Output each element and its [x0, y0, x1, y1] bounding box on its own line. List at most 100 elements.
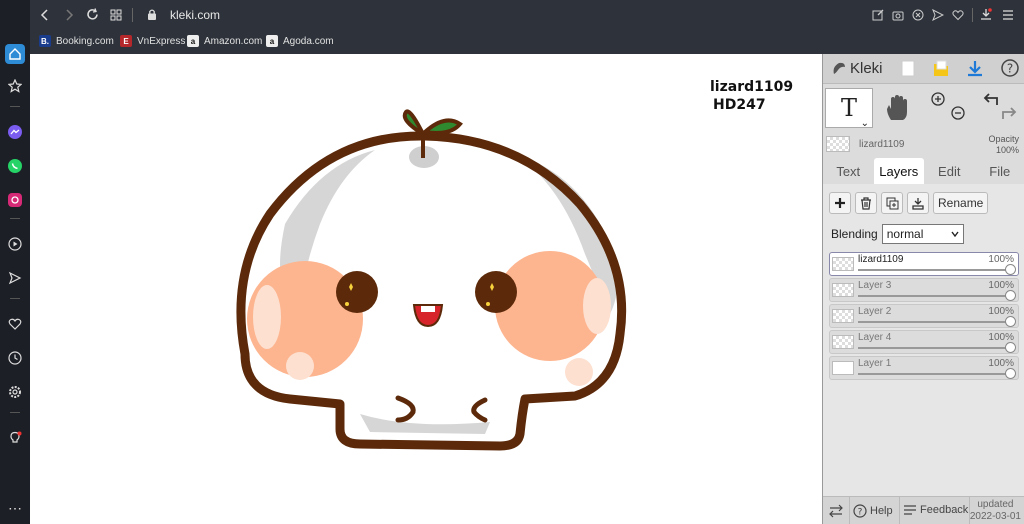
current-layer-name: lizard1109 — [859, 139, 905, 150]
home-icon[interactable] — [5, 44, 25, 64]
layer-opacity-slider[interactable] — [858, 342, 1016, 353]
menu-icon[interactable] — [1002, 9, 1014, 21]
slider-knob[interactable] — [1005, 264, 1016, 275]
kleki-logo[interactable]: Kleki — [831, 60, 883, 77]
layer-item[interactable]: Layer 2 100% — [829, 304, 1019, 328]
slider-knob[interactable] — [1005, 316, 1016, 327]
kleki-panel: Kleki ? T⌄ lizard1109 Opacity 100% Text — [822, 54, 1024, 524]
add-layer-button[interactable] — [829, 192, 851, 214]
tab-text[interactable]: Text — [823, 158, 874, 184]
shield-block-icon[interactable] — [912, 9, 924, 21]
layer-opacity-slider[interactable] — [858, 316, 1016, 327]
slider-knob[interactable] — [1005, 368, 1016, 379]
help-icon[interactable]: ? — [1001, 59, 1019, 77]
forward-icon[interactable] — [64, 9, 74, 21]
help-button[interactable]: ? Help — [853, 504, 893, 518]
rename-layer-button[interactable]: Rename — [933, 192, 989, 214]
settings-icon[interactable] — [5, 382, 25, 402]
layer-name: Layer 2 — [858, 306, 892, 317]
layer-item[interactable]: Layer 4 100% — [829, 330, 1019, 354]
tab-edit[interactable]: Edit — [924, 158, 975, 184]
address-row: kleki.com — [30, 0, 1024, 30]
duplicate-layer-button[interactable] — [881, 192, 903, 214]
tool-row: T ⌄ — [823, 86, 1024, 130]
lightbulb-icon[interactable] — [5, 428, 25, 448]
text-tool-button[interactable]: T ⌄ — [825, 88, 873, 129]
save-download-icon[interactable] — [967, 60, 983, 77]
booking-icon: B. — [39, 35, 51, 47]
undo-icon[interactable] — [983, 92, 999, 106]
blending-control: Blending normal — [831, 224, 964, 244]
slider-knob[interactable] — [1005, 342, 1016, 353]
tab-layers[interactable]: Layers — [873, 158, 924, 184]
tabs-grid-icon[interactable] — [110, 9, 122, 21]
bookmark-vnexpress[interactable]: E VnExpress — [120, 34, 185, 48]
swap-sides-icon[interactable] — [829, 504, 843, 518]
layer-opacity-slider[interactable] — [858, 264, 1016, 275]
zoom-in-icon[interactable] — [931, 92, 945, 106]
blending-value: normal — [886, 227, 924, 241]
merge-down-button[interactable] — [907, 192, 929, 214]
tab-file[interactable]: File — [975, 158, 1024, 184]
bookmark-booking[interactable]: B. Booking.com — [39, 34, 114, 48]
whatsapp-icon[interactable] — [5, 156, 25, 176]
panel-footer: ? Help Feedback updated 2022-03-01 — [823, 496, 1024, 524]
more-icon[interactable]: ⋯ — [5, 498, 25, 518]
send-icon[interactable] — [932, 9, 944, 21]
slider-knob[interactable] — [1005, 290, 1016, 301]
reload-icon[interactable] — [86, 8, 99, 21]
app-name: Kleki — [850, 60, 883, 77]
delete-layer-button[interactable] — [855, 192, 877, 214]
star-icon[interactable] — [5, 76, 25, 96]
layer-thumbnail — [832, 283, 854, 297]
layer-name: Layer 3 — [858, 280, 892, 291]
download-icon[interactable] — [980, 8, 992, 21]
hand-tool-icon[interactable] — [885, 94, 911, 122]
rail-divider — [10, 298, 20, 299]
bookmarks-bar: B. Booking.com E VnExpress a Amazon.com … — [30, 30, 1024, 52]
svg-text:?: ? — [1007, 62, 1013, 76]
back-icon[interactable] — [40, 9, 50, 21]
send-icon[interactable] — [5, 268, 25, 288]
blending-select[interactable]: normal — [881, 224, 964, 244]
signature-line-2: HD247 — [713, 97, 766, 113]
vnexpress-icon: E — [120, 35, 132, 47]
trash-icon — [861, 196, 871, 210]
new-file-icon[interactable] — [901, 60, 915, 77]
layer-thumbnail — [832, 335, 854, 349]
opacity-value: 100% — [995, 145, 1019, 155]
bookmark-amazon[interactable]: a Amazon.com — [187, 34, 262, 48]
open-file-icon[interactable] — [933, 60, 949, 77]
redo-icon[interactable] — [1001, 106, 1017, 120]
feedback-button[interactable]: Feedback — [903, 504, 968, 516]
help-icon: ? — [853, 504, 867, 518]
history-icon[interactable] — [5, 348, 25, 368]
layer-opacity-slider[interactable] — [858, 290, 1016, 301]
heart-icon[interactable] — [952, 9, 964, 21]
bookmark-agoda[interactable]: a Agoda.com — [266, 34, 334, 48]
player-icon[interactable] — [5, 234, 25, 254]
layer-item[interactable]: Layer 3 100% — [829, 278, 1019, 302]
edit-icon[interactable] — [872, 9, 884, 21]
footer-divider — [849, 497, 850, 524]
bookmark-label: VnExpress — [137, 35, 186, 47]
heart-icon[interactable] — [5, 314, 25, 334]
opacity-readout: Opacity 100% — [988, 134, 1019, 156]
amazon-icon: a — [187, 35, 199, 47]
layer-name: lizard1109 — [858, 254, 904, 265]
camera-icon[interactable] — [892, 9, 904, 21]
layer-item[interactable]: lizard1109 100% — [829, 252, 1019, 276]
help-label: Help — [870, 505, 893, 517]
toolbar-divider — [972, 8, 973, 22]
drawing-canvas[interactable]: lizard1109 HD247 — [30, 54, 822, 524]
layer-item[interactable]: Layer 1 100% — [829, 356, 1019, 380]
layer-thumbnail — [832, 309, 854, 323]
zoom-out-icon[interactable] — [951, 106, 965, 120]
kleki-logo-icon — [833, 62, 845, 74]
instagram-icon[interactable] — [5, 190, 25, 210]
url-field[interactable]: kleki.com — [170, 8, 220, 22]
merge-down-icon — [912, 197, 924, 210]
layer-opacity-slider[interactable] — [858, 368, 1016, 379]
browser-toolbar: kleki.com B. Booking.com E VnExpress a A… — [30, 0, 1024, 54]
messenger-icon[interactable] — [5, 122, 25, 142]
